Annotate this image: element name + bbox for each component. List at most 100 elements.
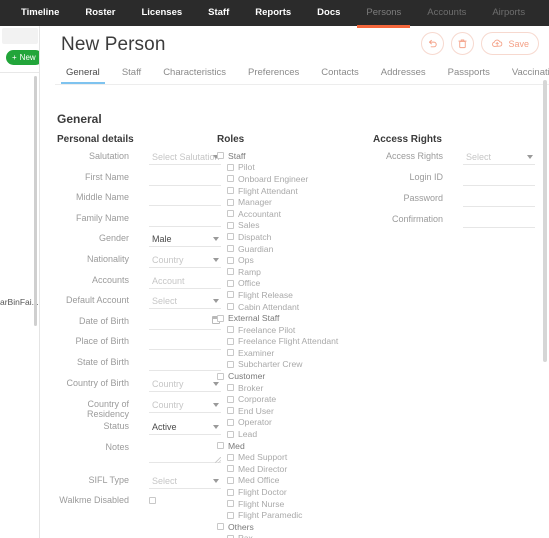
checkbox-pilot[interactable] (227, 163, 234, 171)
role-item-dispatch[interactable]: Dispatch (217, 231, 367, 243)
checkbox-accountant[interactable] (227, 210, 234, 218)
role-item-external-staff[interactable]: External Staff (217, 312, 367, 324)
checkbox-med-support[interactable] (227, 453, 234, 461)
checkbox-end-user[interactable] (227, 407, 234, 415)
checkbox-subcharter-crew[interactable] (227, 360, 234, 368)
checkbox-flight-doctor[interactable] (227, 488, 234, 496)
checkbox-sales[interactable] (227, 221, 234, 229)
checkbox-freelance-pilot[interactable] (227, 326, 234, 334)
checkbox-broker[interactable] (227, 384, 234, 392)
checkbox-med-office[interactable] (227, 476, 234, 484)
role-item-manager[interactable]: Manager (217, 196, 367, 208)
role-item-office[interactable]: Office (217, 278, 367, 290)
access-field-input-login-id[interactable] (463, 171, 535, 186)
field-input-country-of-birth[interactable]: Country (149, 377, 221, 392)
checkbox-ramp[interactable] (227, 268, 234, 276)
tab-contacts[interactable]: Contacts (310, 66, 370, 84)
role-item-onboard-engineer[interactable]: Onboard Engineer (217, 173, 367, 185)
role-item-ramp[interactable]: Ramp (217, 266, 367, 278)
field-input-accounts[interactable]: Account (149, 274, 221, 289)
role-item-corporate[interactable]: Corporate (217, 393, 367, 405)
field-input-status[interactable]: Active (149, 420, 221, 436)
nav-item-airports[interactable]: Airports (479, 0, 538, 26)
checkbox-corporate[interactable] (227, 395, 234, 403)
nav-item-timeline[interactable]: Timeline (8, 0, 72, 26)
role-item-accountant[interactable]: Accountant (217, 208, 367, 220)
checkbox-manager[interactable] (227, 198, 234, 206)
access-field-input-password[interactable] (463, 192, 535, 207)
checkbox-external-staff[interactable] (217, 314, 224, 322)
field-input-sifl-type[interactable]: Select (149, 474, 221, 489)
nav-item-docs[interactable]: Docs (304, 0, 353, 26)
checkbox-office[interactable] (227, 279, 234, 287)
field-input-first-name[interactable] (149, 171, 221, 186)
sidebar-scrollbar[interactable] (34, 76, 37, 326)
role-item-freelance-flight-attendant[interactable]: Freelance Flight Attendant (217, 336, 367, 348)
role-item-guardian[interactable]: Guardian (217, 243, 367, 255)
field-input-notes[interactable] (149, 441, 221, 463)
nav-item-accounts[interactable]: Accounts (414, 0, 479, 26)
checkbox-flight-release[interactable] (227, 291, 234, 299)
role-item-flight-attendant[interactable]: Flight Attendant (217, 185, 367, 197)
role-item-med[interactable]: Med (217, 440, 367, 452)
field-input-salutation[interactable]: Select Salutation (149, 150, 221, 165)
sidebar-search-input[interactable] (2, 28, 38, 44)
checkbox-walkme-disabled[interactable] (149, 497, 156, 505)
field-input-family-name[interactable] (149, 212, 221, 227)
role-item-examiner[interactable]: Examiner (217, 347, 367, 359)
tab-addresses[interactable]: Addresses (370, 66, 437, 84)
save-button[interactable]: Save (481, 32, 539, 55)
role-item-pax[interactable]: Pax (217, 533, 367, 538)
role-item-ops[interactable]: Ops (217, 254, 367, 266)
role-item-staff[interactable]: Staff (217, 150, 367, 162)
checkbox-med[interactable] (217, 442, 224, 450)
checkbox-ops[interactable] (227, 256, 234, 264)
checkbox-others[interactable] (217, 523, 224, 531)
chevron-down-icon[interactable] (527, 155, 533, 159)
role-item-flight-paramedic[interactable]: Flight Paramedic (217, 509, 367, 521)
role-item-customer[interactable]: Customer (217, 370, 367, 382)
delete-button[interactable] (451, 32, 475, 55)
tab-staff[interactable]: Staff (111, 66, 152, 84)
field-input-country-of-residency[interactable]: Country (149, 398, 221, 414)
role-item-end-user[interactable]: End User (217, 405, 367, 417)
tab-general[interactable]: General (55, 66, 111, 84)
checkbox-med-director[interactable] (227, 465, 234, 473)
access-field-input-access-rights[interactable]: Select (463, 150, 535, 165)
access-field-input-confirmation[interactable] (463, 213, 535, 228)
tab-passports[interactable]: Passports (437, 66, 501, 84)
role-item-freelance-pilot[interactable]: Freelance Pilot (217, 324, 367, 336)
field-input-default-account[interactable]: Select (149, 294, 221, 310)
checkbox-examiner[interactable] (227, 349, 234, 357)
role-item-flight-nurse[interactable]: Flight Nurse (217, 498, 367, 510)
role-item-med-support[interactable]: Med Support (217, 451, 367, 463)
role-item-med-director[interactable]: Med Director (217, 463, 367, 475)
checkbox-guardian[interactable] (227, 245, 234, 253)
field-input-state-of-birth[interactable] (149, 356, 221, 371)
main-scrollbar[interactable] (543, 80, 547, 362)
checkbox-lead[interactable] (227, 430, 234, 438)
nav-item-persons[interactable]: Persons (353, 0, 414, 28)
checkbox-cabin-attendant[interactable] (227, 303, 234, 311)
field-input-date-of-birth[interactable] (149, 315, 221, 330)
tab-preferences[interactable]: Preferences (237, 66, 310, 84)
role-item-flight-release[interactable]: Flight Release (217, 289, 367, 301)
checkbox-dispatch[interactable] (227, 233, 234, 241)
role-item-med-office[interactable]: Med Office (217, 475, 367, 487)
field-input-nationality[interactable]: Country (149, 253, 221, 268)
nav-item-reports[interactable]: Reports (242, 0, 304, 26)
checkbox-flight-paramedic[interactable] (227, 511, 234, 519)
role-item-lead[interactable]: Lead (217, 428, 367, 440)
nav-item-staff[interactable]: Staff (195, 0, 242, 26)
checkbox-staff[interactable] (217, 152, 224, 160)
role-item-cabin-attendant[interactable]: Cabin Attendant (217, 301, 367, 313)
role-item-broker[interactable]: Broker (217, 382, 367, 394)
checkbox-flight-attendant[interactable] (227, 187, 234, 195)
checkbox-operator[interactable] (227, 418, 234, 426)
tab-characteristics[interactable]: Characteristics (152, 66, 237, 84)
tab-vaccinations[interactable]: Vaccinations (501, 66, 549, 84)
nav-item-licenses[interactable]: Licenses (128, 0, 195, 26)
checkbox-flight-nurse[interactable] (227, 500, 234, 508)
checkbox-customer[interactable] (217, 372, 224, 380)
checkbox-freelance-flight-attendant[interactable] (227, 337, 234, 345)
